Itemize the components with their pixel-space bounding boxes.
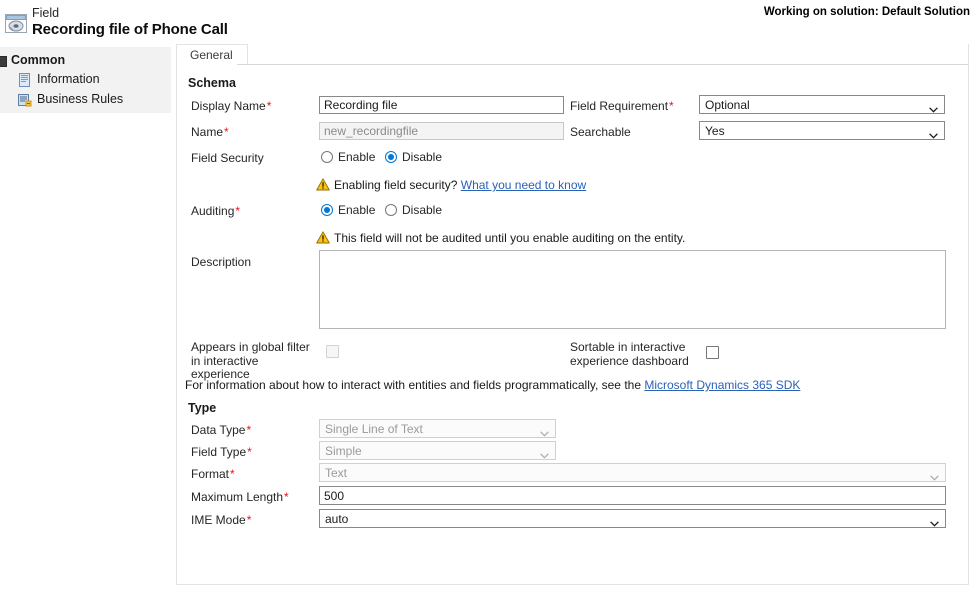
sidebar-item-label: Business Rules	[37, 92, 124, 106]
label-searchable: Searchable	[570, 125, 631, 139]
tabstrip: General	[176, 44, 969, 65]
label-field-type: Field Type*	[191, 445, 252, 459]
format-select[interactable]: Text	[319, 463, 946, 482]
field-security-radio-group: Enable Disable	[321, 150, 481, 165]
data-type-select[interactable]: Single Line of Text	[319, 419, 556, 438]
label-sortable: Sortable in interactive experience dashb…	[570, 340, 689, 368]
required-marker: *	[224, 125, 229, 139]
label-description: Description	[191, 255, 252, 269]
schema-name-input[interactable]	[319, 122, 564, 140]
label-format: Format*	[191, 467, 235, 481]
field-editor-form: Schema Display Name* Field Requirement* …	[176, 65, 969, 585]
warning-triangle-icon	[316, 231, 330, 244]
searchable-value: Yes	[705, 124, 725, 138]
searchable-select[interactable]: Yes	[699, 121, 945, 140]
field-security-warning-text: Enabling field security? What you need t…	[334, 178, 587, 192]
description-textarea[interactable]	[319, 250, 946, 329]
label-field-requirement: Field Requirement*	[570, 99, 674, 113]
section-heading-schema: Schema	[188, 76, 236, 90]
sdk-info-line: For information about how to interact wi…	[185, 378, 801, 392]
required-marker: *	[246, 423, 252, 437]
label-data-type: Data Type*	[191, 423, 252, 437]
maximum-length-input[interactable]	[319, 486, 946, 505]
sortable-checkbox[interactable]	[706, 346, 719, 359]
required-marker: *	[266, 99, 272, 113]
chevron-down-icon	[930, 470, 939, 481]
radio-circle-icon	[385, 204, 397, 216]
radio-label: Disable	[402, 150, 443, 164]
label-maximum-length: Maximum Length*	[191, 490, 289, 504]
field-type-value: Simple	[325, 444, 362, 458]
app-header: Field Recording file of Phone Call Worki…	[0, 0, 974, 42]
sidebar: Common Information Business Rules	[0, 47, 171, 113]
chevron-down-icon	[929, 128, 938, 139]
ime-mode-select[interactable]: auto	[319, 509, 946, 528]
required-marker: *	[284, 490, 289, 504]
radio-circle-icon	[385, 151, 397, 163]
label-auditing: Auditing*	[191, 204, 241, 218]
section-heading-type: Type	[188, 401, 217, 415]
radio-circle-icon	[321, 151, 333, 163]
data-type-value: Single Line of Text	[325, 422, 423, 436]
field-requirement-select[interactable]: Optional	[699, 95, 945, 114]
header-subtitle: Field	[32, 6, 60, 20]
required-marker: *	[235, 204, 241, 218]
label-display-name: Display Name*	[191, 99, 272, 113]
solution-context-label: Working on solution: Default Solution	[763, 6, 970, 18]
label-name: Name*	[191, 125, 229, 139]
display-name-input[interactable]	[319, 96, 564, 114]
ime-mode-value: auto	[325, 512, 349, 526]
page-title: Recording file of Phone Call	[32, 21, 228, 38]
sidebar-group-label: Common	[11, 53, 66, 67]
dynamics-sdk-link[interactable]: Microsoft Dynamics 365 SDK	[644, 378, 800, 392]
business-rules-icon	[18, 93, 32, 107]
information-page-icon	[18, 73, 32, 87]
format-value: Text	[325, 466, 348, 480]
sidebar-item-label: Information	[37, 72, 100, 86]
label-global-filter: Appears in global filter in interactive …	[191, 340, 310, 381]
collapse-minus-icon[interactable]	[0, 56, 7, 67]
radio-circle-icon	[321, 204, 333, 216]
sidebar-item-information[interactable]: Information	[0, 70, 171, 90]
field-requirement-value: Optional	[705, 98, 750, 112]
chevron-down-icon	[930, 516, 939, 527]
tab-general[interactable]: General	[176, 44, 248, 65]
chevron-down-icon	[540, 448, 549, 459]
radio-label: Disable	[402, 203, 443, 217]
field-security-help-link[interactable]: What you need to know	[461, 178, 586, 192]
sidebar-group-common[interactable]: Common	[0, 52, 171, 69]
sidebar-item-business-rules[interactable]: Business Rules	[0, 90, 171, 110]
chevron-down-icon	[929, 102, 938, 113]
required-marker: *	[246, 513, 252, 527]
required-marker: *	[230, 467, 235, 481]
chevron-down-icon	[540, 426, 549, 437]
field-type-select[interactable]: Simple	[319, 441, 556, 460]
form-window-icon	[5, 14, 27, 33]
radio-label: Enable	[338, 203, 376, 217]
warning-triangle-icon	[316, 178, 330, 191]
global-filter-checkbox[interactable]	[326, 345, 339, 358]
label-ime-mode: IME Mode*	[191, 513, 252, 527]
label-field-security: Field Security	[191, 151, 264, 165]
required-marker: *	[247, 445, 252, 459]
auditing-radio-group: Enable Disable	[321, 203, 481, 218]
auditing-warning-text: This field will not be audited until you…	[334, 231, 686, 245]
radio-label: Enable	[338, 150, 376, 164]
required-marker: *	[669, 99, 674, 113]
